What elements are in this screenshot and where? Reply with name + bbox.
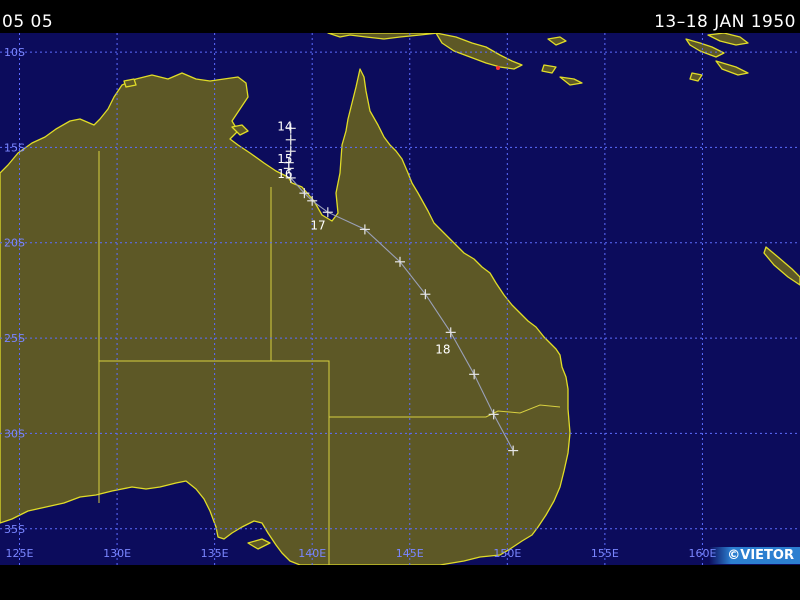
day-label: 14 [277,119,292,133]
observation-time: 05 05 [2,12,54,32]
latitude-label: 25S [4,332,25,345]
station-dot [496,66,500,70]
day-label: 17 [310,219,325,233]
latitude-label: 10S [4,46,25,59]
island-landmass [123,78,137,88]
longitude-label: 150E [493,547,521,560]
longitude-label: 130E [103,547,131,560]
latitude-label: 30S [4,427,25,440]
longitude-label: 140E [298,547,326,560]
longitude-label: 155E [591,547,619,560]
cyclone-track-map: 125E 130E 135E 140E 145E 150E 155E 160E 10S15S2… [0,33,800,565]
day-label: 16 [277,167,292,181]
latitude-label: 15S [4,141,25,154]
longitude-label: 145E [396,547,424,560]
date-range: 13–18 JAN 1950 [654,12,796,32]
latitude-label: 20S [4,237,25,250]
latitude-label: 35S [4,523,25,536]
day-label: 18 [435,343,450,357]
credit-badge: ©VIETOR [709,547,800,564]
longitude-label: 125E [6,547,34,560]
day-label: 15 [277,152,292,166]
longitude-label: 135E [201,547,229,560]
